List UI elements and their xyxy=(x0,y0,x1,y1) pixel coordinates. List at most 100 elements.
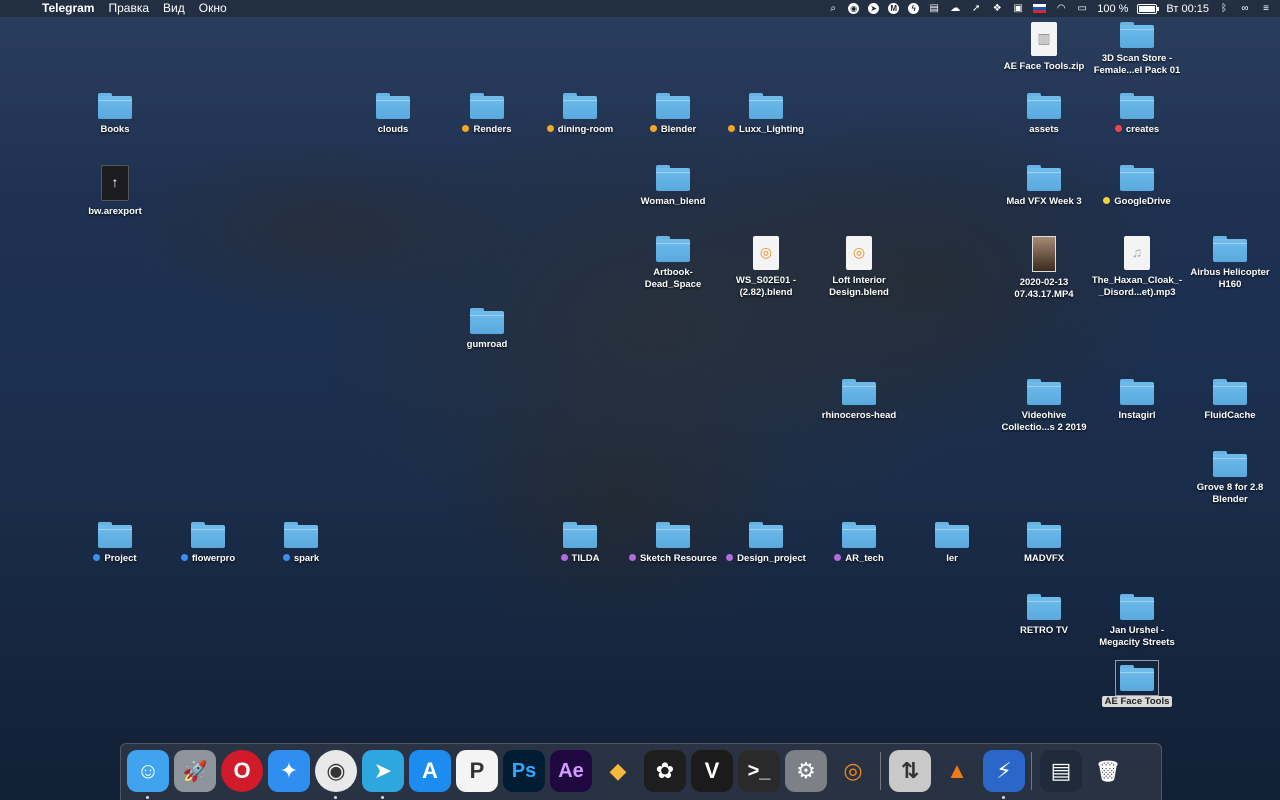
desktop-folder[interactable]: AR_tech xyxy=(813,522,905,565)
desktop-item-label: assets xyxy=(998,124,1090,136)
desktop-folder[interactable]: Videohive Collectio...s 2 2019 xyxy=(998,379,1090,434)
running-indicator xyxy=(381,796,384,799)
desktop-item-name: spark xyxy=(293,553,320,564)
desktop-file[interactable]: ▥ AE Face Tools.zip xyxy=(998,22,1090,73)
desktop-file[interactable]: 2020-02-13 07.43.17.MP4 xyxy=(998,236,1090,301)
transmit-icon[interactable]: ⇅ xyxy=(889,750,931,792)
color-tag-dot xyxy=(93,554,101,561)
battery-icon[interactable] xyxy=(1137,3,1160,14)
mail-tray-icon[interactable]: M xyxy=(888,3,900,14)
audio-file-icon: ♫ xyxy=(1124,236,1150,270)
wifi-icon[interactable]: ◠ xyxy=(1055,3,1067,15)
folder-icon xyxy=(1120,22,1154,48)
app-store-icon[interactable]: A xyxy=(409,750,451,792)
menu-list-icon[interactable]: ≡ xyxy=(1260,3,1272,15)
cloud-icon[interactable]: ☁ xyxy=(949,3,961,15)
desktop-folder[interactable]: MADVFX xyxy=(998,522,1090,565)
desktop-folder[interactable]: ler xyxy=(906,522,998,565)
finder-icon[interactable]: ☺ xyxy=(127,750,169,799)
desktop-folder[interactable]: spark xyxy=(255,522,347,565)
thunder-icon[interactable]: ⚡ xyxy=(983,750,1025,799)
desktop-folder[interactable]: Design_project xyxy=(720,522,812,565)
search-icon[interactable]: ⌕ xyxy=(827,3,839,15)
desktop-folder[interactable]: assets xyxy=(998,93,1090,136)
terminal-icon[interactable]: >_ xyxy=(738,750,780,792)
desktop-file[interactable]: ◎ WS_S02E01 - (2.82).blend xyxy=(720,236,812,299)
desktop-folder[interactable]: 3D Scan Store - Female...el Pack 01 xyxy=(1091,22,1183,77)
menu-view[interactable]: Вид xyxy=(163,0,185,17)
after-effects-icon[interactable]: Ae xyxy=(550,750,592,792)
folder-icon xyxy=(1120,165,1154,191)
trash-icon[interactable]: 🗑 xyxy=(1087,750,1129,792)
color-tag-dot xyxy=(560,554,568,561)
telegram-window-thumb-icon[interactable]: ▤ xyxy=(1040,750,1082,792)
color-tag-dot xyxy=(1114,125,1122,132)
desktop-file[interactable]: ↑ bw.arexport xyxy=(69,165,161,218)
battery-percent[interactable]: 100 % xyxy=(1097,3,1128,15)
bluetooth-icon[interactable]: ᛒ xyxy=(1218,3,1230,15)
desktop-folder[interactable]: dining-room xyxy=(534,93,626,136)
desktop-item-label: AE Face Tools.zip xyxy=(998,61,1090,73)
clock[interactable]: Вт 00:15 xyxy=(1166,3,1209,15)
desktop-folder[interactable]: Artbook-Dead_Space xyxy=(627,236,719,291)
desktop-folder[interactable]: Project xyxy=(69,522,161,565)
blender-icon[interactable]: ◎ xyxy=(832,750,874,792)
safari-icon[interactable]: ✦ xyxy=(268,750,310,792)
desktop-folder[interactable]: Luxx_Lighting xyxy=(720,93,812,136)
desktop-folder[interactable]: rhinoceros-head xyxy=(813,379,905,422)
desktop-item-name: The_Haxan_Cloak_-_Disord...et).mp3 xyxy=(1091,275,1183,298)
desktop-folder[interactable]: Renders xyxy=(441,93,533,136)
desktop-folder[interactable]: Airbus Helicopter H160 xyxy=(1184,236,1276,291)
desktop-file[interactable]: ◎ Loft Interior Design.blend xyxy=(813,236,905,299)
sketch-icon[interactable]: ◆ xyxy=(597,750,639,792)
glasses-icon[interactable]: ∞ xyxy=(1239,3,1251,15)
desktop-file[interactable]: ♫ The_Haxan_Cloak_-_Disord...et).mp3 xyxy=(1091,236,1183,299)
desktop-folder[interactable]: GoogleDrive xyxy=(1091,165,1183,208)
vectorize-icon[interactable]: V xyxy=(691,750,733,792)
telegram-icon[interactable]: ➤ xyxy=(362,750,404,799)
desktop-folder[interactable]: Sketch Resource xyxy=(627,522,719,565)
desktop-folder[interactable]: Blender xyxy=(627,93,719,136)
flag-ru-icon[interactable] xyxy=(1033,4,1047,13)
desktop-folder[interactable]: Jan Urshel - Megacity Streets xyxy=(1091,594,1183,649)
notes-icon[interactable]: ▤ xyxy=(928,3,940,15)
vlc-icon[interactable]: ▲ xyxy=(936,750,978,792)
desktop-item-name: 2020-02-13 07.43.17.MP4 xyxy=(1014,277,1074,300)
desktop-folder[interactable]: Grove 8 for 2.8 Blender xyxy=(1184,451,1276,506)
desktop-item-name: AR_tech xyxy=(845,553,884,564)
desktop-item-name: Instagirl xyxy=(1118,410,1156,421)
desktop-item-name: Videohive Collectio...s 2 2019 xyxy=(1001,410,1087,433)
desktop-folder[interactable]: flowerpro xyxy=(162,522,254,565)
desktop-folder[interactable]: AE Face Tools xyxy=(1091,660,1183,708)
figma-icon[interactable]: ✿ xyxy=(644,750,686,792)
chrome-icon[interactable]: ◉ xyxy=(315,750,357,799)
patreon-like-icon[interactable]: P xyxy=(456,750,498,792)
desktop-folder[interactable]: Mad VFX Week 3 xyxy=(998,165,1090,208)
desktop-folder[interactable]: gumroad xyxy=(441,308,533,351)
system-preferences-icon[interactable]: ⚙ xyxy=(785,750,827,792)
desktop-folder[interactable]: Books xyxy=(69,93,161,136)
dropbox-icon[interactable]: ❖ xyxy=(991,3,1003,15)
desktop-folder[interactable]: Instagirl xyxy=(1091,379,1183,422)
desktop-folder[interactable]: RETRO TV xyxy=(998,594,1090,637)
desktop-item-label: WS_S02E01 - (2.82).blend xyxy=(720,275,812,299)
desktop-folder[interactable]: Woman_blend xyxy=(627,165,719,208)
location-icon[interactable]: ➚ xyxy=(970,3,982,15)
telegram-tray-icon[interactable]: ➤ xyxy=(868,3,880,14)
desktop-folder[interactable]: TILDA xyxy=(534,522,626,565)
siri-icon[interactable]: ◉ xyxy=(848,3,860,14)
opera-icon[interactable]: O xyxy=(221,750,263,792)
photoshop-icon[interactable]: Ps xyxy=(503,750,545,792)
desktop-item-name: FluidCache xyxy=(1204,410,1256,421)
desktop-folder[interactable]: clouds xyxy=(347,93,439,136)
train-icon[interactable]: ▣ xyxy=(1012,3,1024,15)
airplay-icon[interactable]: ▭ xyxy=(1076,3,1088,15)
menu-window[interactable]: Окно xyxy=(199,0,227,17)
launchpad-icon[interactable]: 🚀 xyxy=(174,750,216,792)
menu-app-name[interactable]: Telegram xyxy=(42,0,94,17)
flash-icon[interactable]: ϟ xyxy=(908,3,920,14)
menu-edit[interactable]: Правка xyxy=(108,0,149,17)
desktop-item-label: TILDA xyxy=(534,553,626,565)
desktop-folder[interactable]: creates xyxy=(1091,93,1183,136)
desktop-folder[interactable]: FluidCache xyxy=(1184,379,1276,422)
